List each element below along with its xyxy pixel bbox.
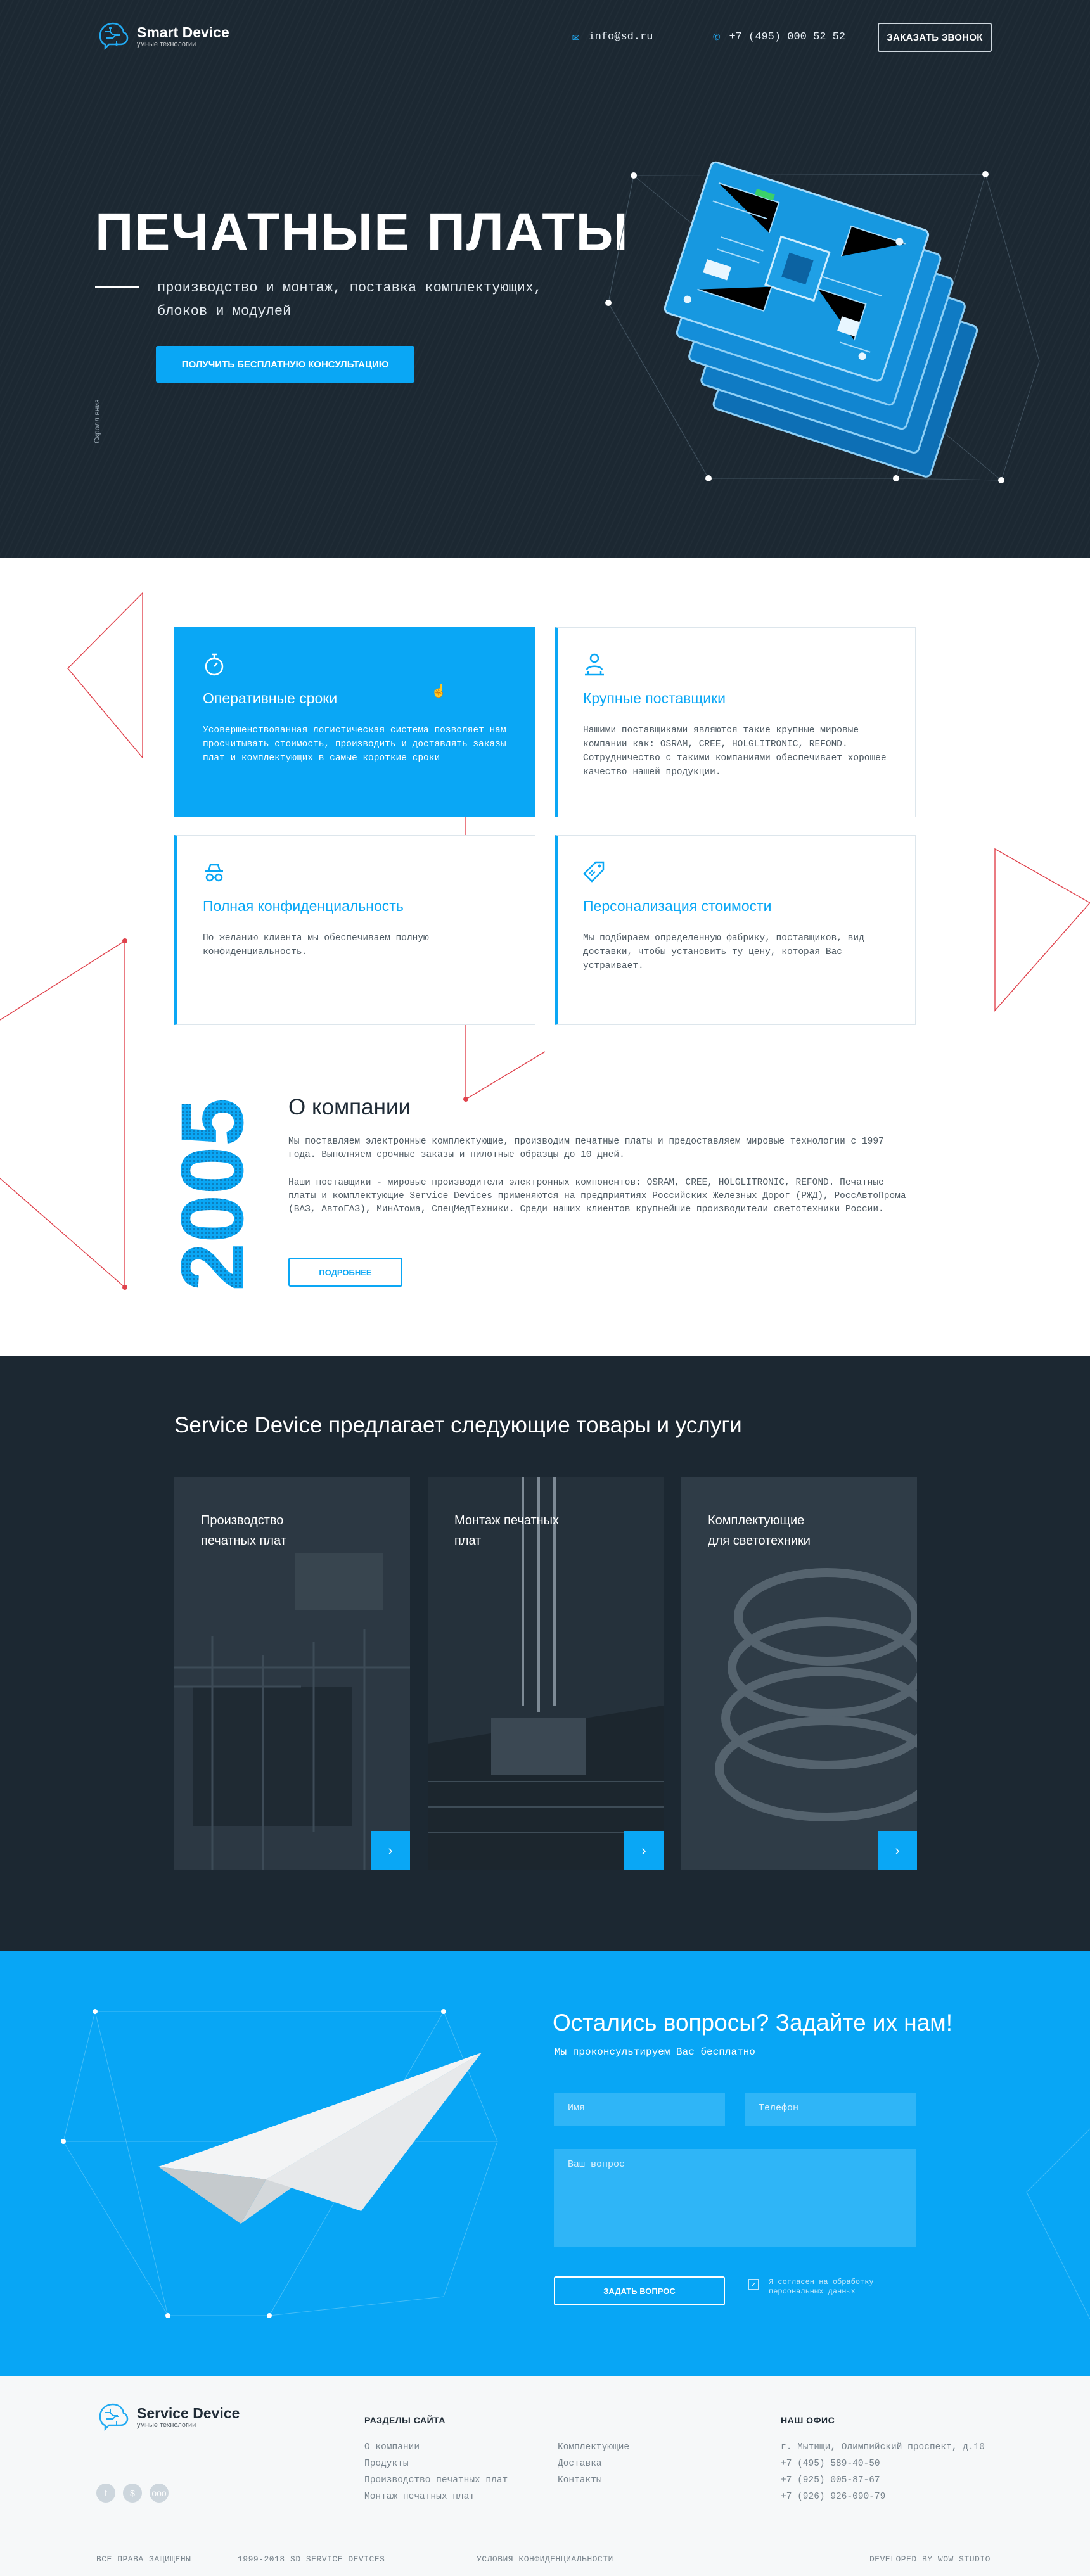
- footer-link[interactable]: Производство печатных плат: [364, 2475, 508, 2485]
- header-logo[interactable]: Smart Device умные технологии: [95, 20, 229, 52]
- footer-link[interactable]: Доставка: [558, 2459, 602, 2469]
- developer-link[interactable]: DEVELOPED BY WOW STUDIO: [869, 2554, 991, 2564]
- brand-name: Smart Device: [137, 24, 229, 41]
- brand-tagline: умные технологии: [137, 41, 196, 48]
- feature-text: Нашими поставщиками являются такие крупн…: [583, 725, 887, 777]
- consent-label: Я согласен на обработку персональных дан…: [769, 2278, 874, 2296]
- services-section: Service Device предлагает следующие това…: [0, 1356, 1090, 1951]
- feature-card-fast[interactable]: Оперативные сроки Усовершенствованная ло…: [174, 627, 535, 817]
- hero-lead: производство и монтаж, поставка комплект…: [157, 280, 542, 319]
- name-input[interactable]: Имя: [554, 2093, 725, 2126]
- footer-link[interactable]: Комплектующие: [558, 2442, 629, 2452]
- feature-text: По желанию клиента мы обеспечиваем полну…: [203, 933, 429, 957]
- questions-title: Остались вопросы? Задайте их нам!: [553, 2010, 952, 2036]
- hero-line: [95, 286, 139, 288]
- hero-title: ПЕЧАТНЫЕ ПЛАТЫ: [95, 202, 629, 262]
- skype-icon[interactable]: $: [123, 2484, 142, 2503]
- feature-card-privacy[interactable]: Полная конфиденциальность По желанию кли…: [174, 835, 535, 1025]
- header-phone[interactable]: ✆ +7 (495) 000 52 52: [713, 30, 845, 44]
- question-textarea[interactable]: Ваш вопрос: [554, 2149, 916, 2247]
- office-phone[interactable]: +7 (495) 589-40-50: [781, 2459, 880, 2469]
- header-email[interactable]: ✉ info@sd.ru: [572, 30, 653, 44]
- feature-card-suppliers[interactable]: Крупные поставщики Нашими поставщиками я…: [555, 627, 916, 817]
- footer-link[interactable]: О компании: [364, 2442, 420, 2452]
- footer-brand-name: Service Device: [137, 2405, 240, 2421]
- footer-link[interactable]: Контакты: [558, 2475, 602, 2485]
- privacy-link[interactable]: УСЛОВИЯ КОНФИДЕНЦИАЛЬНОСТИ: [477, 2554, 613, 2564]
- about-title: О компании: [288, 1095, 411, 1119]
- office-phone[interactable]: +7 (925) 005-87-67: [781, 2475, 880, 2485]
- feature-title: Полная конфиденциальность: [203, 898, 404, 914]
- feature-title: Оперативные сроки: [203, 690, 338, 706]
- supplier-icon: [583, 652, 606, 677]
- feature-card-pricing[interactable]: Персонализация стоимости Мы подбираем оп…: [555, 835, 916, 1025]
- arrow-right-icon[interactable]: ›: [371, 1831, 410, 1870]
- footer-links-col1: О компании Продукты Производство печатны…: [364, 2439, 508, 2505]
- phone-input[interactable]: Телефон: [745, 2093, 916, 2126]
- consent-checkbox[interactable]: ✓: [748, 2279, 759, 2290]
- free-consultation-button[interactable]: ПОЛУЧИТЬ БЕСПЛАТНУЮ КОНСУЛЬТАЦИЮ: [156, 346, 414, 383]
- ask-question-button[interactable]: ЗАДАТЬ ВОПРОС: [554, 2276, 725, 2305]
- footer-brand-tagline: умные технологии: [137, 2421, 196, 2429]
- questions-subtitle: Мы проконсультируем Вас бесплатно: [555, 2046, 755, 2058]
- pcb-illustration: [605, 161, 1040, 483]
- price-tag-icon: [583, 860, 606, 885]
- feature-title: Крупные поставщики: [583, 690, 726, 706]
- feature-text: Усовершенствованная логистическая систем…: [203, 725, 506, 763]
- hero-section: Smart Device умные технологии ✉ info@sd.…: [0, 0, 1090, 558]
- paper-plane-illustration: [158, 2053, 482, 2224]
- footer-links-col2: Комплектующие Доставка Контакты: [558, 2439, 629, 2489]
- copyright-text: 1999-2018 SD SERVICE DEVICES: [238, 2554, 385, 2564]
- vk-icon[interactable]: ooo: [150, 2484, 169, 2503]
- mouse-cursor-icon: ☝: [431, 684, 447, 698]
- feature-text: Мы подбираем определенную фабрику, поста…: [583, 933, 864, 971]
- rights-text: ВСЕ ПРАВА ЗАЩИЩЕНЫ: [96, 2554, 191, 2564]
- year-text: 2005: [168, 1098, 257, 1291]
- order-call-button[interactable]: ЗАКАЗАТЬ ЗВОНОК: [878, 23, 992, 52]
- office-phone[interactable]: +7 (926) 926-090-79: [781, 2492, 885, 2502]
- footer-link[interactable]: Монтаж печатных плат: [364, 2492, 475, 2502]
- footer-link[interactable]: Продукты: [364, 2459, 409, 2469]
- office-title: НАШ ОФИС: [781, 2415, 835, 2425]
- decor-triangles: [0, 592, 1090, 1290]
- sections-title: РАЗДЕЛЫ САЙТА: [364, 2415, 446, 2425]
- stopwatch-icon: [203, 652, 226, 677]
- footer: Service Device умные технологии f $ ooo …: [0, 2376, 1090, 2576]
- brain-circuit-icon: [99, 2403, 129, 2432]
- facebook-icon[interactable]: f: [96, 2484, 115, 2503]
- footer-logo[interactable]: Service Device умные технологии: [95, 2401, 240, 2433]
- more-button[interactable]: ПОДРОБНЕЕ: [288, 1258, 402, 1287]
- spy-icon: [203, 860, 226, 885]
- service-card-production[interactable]: Производство печатных плат ›: [174, 1477, 410, 1870]
- brain-circuit-icon: [99, 22, 129, 51]
- arrow-right-icon[interactable]: ›: [878, 1831, 917, 1870]
- services-title: Service Device предлагает следующие това…: [174, 1413, 742, 1438]
- email-text: info@sd.ru: [588, 31, 653, 43]
- about-paragraph-2: Наши поставщики - мировые производители …: [288, 1178, 906, 1215]
- service-card-led[interactable]: Комплектующие для светотехники ›: [681, 1477, 917, 1870]
- feature-title: Персонализация стоимости: [583, 898, 772, 914]
- service-card-assembly[interactable]: Монтаж печатных плат ›: [428, 1477, 664, 1870]
- year-graphic: 2005: [168, 1098, 257, 1291]
- mail-icon: ✉: [572, 30, 580, 44]
- service-label: Производство печатных плат: [201, 1514, 286, 1548]
- questions-section: Остались вопросы? Задайте их нам! Мы про…: [0, 1951, 1090, 2376]
- service-label: Комплектующие для светотехники: [708, 1514, 811, 1548]
- phone-text: +7 (495) 000 52 52: [729, 31, 846, 43]
- office-info: г. Мытищи, Олимпийский проспект, д.10 +7…: [781, 2439, 985, 2505]
- phone-icon: ✆: [713, 30, 721, 44]
- service-label: Монтаж печатных плат: [454, 1514, 560, 1548]
- office-address: г. Мытищи, Олимпийский проспект, д.10: [781, 2442, 985, 2452]
- about-paragraph-1: Мы поставляем электронные комплектующие,…: [288, 1137, 884, 1160]
- arrow-right-icon[interactable]: ›: [624, 1831, 664, 1870]
- scroll-down-hint[interactable]: Скролл вниз: [93, 399, 101, 443]
